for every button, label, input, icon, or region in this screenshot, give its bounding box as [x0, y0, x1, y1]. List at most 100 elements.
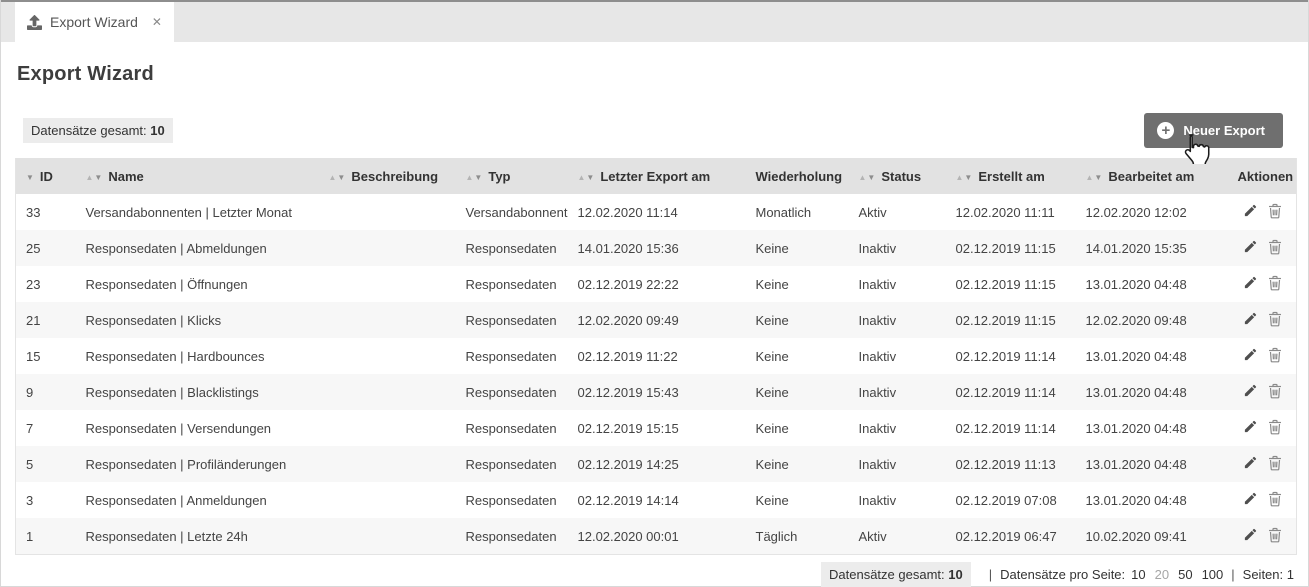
cell-aktionen: [1228, 266, 1297, 302]
per-page-label: Datensätze pro Seite:: [1000, 567, 1125, 582]
column-header-status[interactable]: ▲▼Status: [849, 158, 946, 194]
delete-icon[interactable]: [1268, 203, 1282, 222]
cell-typ: Versandabonnenten: [456, 194, 568, 230]
cell-typ: Responsedaten: [456, 230, 568, 266]
cell-bearbeitet_am: 13.01.2020 04:48: [1076, 446, 1228, 482]
table-row: 15Responsedaten | HardbouncesResponsedat…: [16, 338, 1297, 374]
cell-aktionen: [1228, 518, 1297, 555]
column-header-bearbeitet_am[interactable]: ▲▼Bearbeitet am: [1076, 158, 1228, 194]
cell-letzter_export_am: 12.02.2020 00:01: [568, 518, 746, 555]
edit-icon[interactable]: [1243, 491, 1258, 509]
cell-wiederholung: Keine: [746, 266, 849, 302]
new-export-button[interactable]: + Neuer Export: [1144, 113, 1283, 148]
per-page-option-100[interactable]: 100: [1202, 567, 1224, 582]
cell-beschreibung: [319, 302, 456, 338]
cell-wiederholung: Keine: [746, 410, 849, 446]
cell-wiederholung: Täglich: [746, 518, 849, 555]
cell-aktionen: [1228, 230, 1297, 266]
cell-erstellt_am: 02.12.2019 11:14: [946, 374, 1076, 410]
cell-letzter_export_am: 14.01.2020 15:36: [568, 230, 746, 266]
cell-erstellt_am: 02.12.2019 11:13: [946, 446, 1076, 482]
cell-aktionen: [1228, 338, 1297, 374]
table-row: 5Responsedaten | ProfiländerungenRespons…: [16, 446, 1297, 482]
edit-icon[interactable]: [1243, 275, 1258, 293]
sort-desc-icon: ▼: [26, 173, 35, 182]
cell-bearbeitet_am: 13.01.2020 04:48: [1076, 374, 1228, 410]
column-header-letzter_export_am[interactable]: ▲▼Letzter Export am: [568, 158, 746, 194]
delete-icon[interactable]: [1268, 383, 1282, 402]
delete-icon[interactable]: [1268, 239, 1282, 258]
edit-icon[interactable]: [1243, 347, 1258, 365]
edit-icon[interactable]: [1243, 455, 1258, 473]
delete-icon[interactable]: [1268, 347, 1282, 366]
edit-icon[interactable]: [1243, 311, 1258, 329]
cell-beschreibung: [319, 446, 456, 482]
cell-status: Inaktiv: [849, 446, 946, 482]
delete-icon[interactable]: [1268, 527, 1282, 546]
column-header-name[interactable]: ▲▼Name: [76, 158, 319, 194]
column-header-erstellt_am[interactable]: ▲▼Erstellt am: [946, 158, 1076, 194]
cell-id: 23: [16, 266, 76, 302]
cell-bearbeitet_am: 12.02.2020 12:02: [1076, 194, 1228, 230]
cell-typ: Responsedaten: [456, 446, 568, 482]
pagination-bar: Datensätze gesamt: 10 | Datensätze pro S…: [1, 562, 1294, 587]
delete-icon[interactable]: [1268, 311, 1282, 330]
delete-icon[interactable]: [1268, 491, 1282, 510]
cell-beschreibung: [319, 482, 456, 518]
table-header-row: ▼ID▲▼Name▲▼Beschreibung▲▼Typ▲▼Letzter Ex…: [16, 158, 1297, 194]
table-row: 3Responsedaten | AnmeldungenResponsedate…: [16, 482, 1297, 518]
cell-status: Inaktiv: [849, 482, 946, 518]
cell-bearbeitet_am: 13.01.2020 04:48: [1076, 410, 1228, 446]
column-label: Bearbeitet am: [1108, 169, 1194, 184]
edit-icon[interactable]: [1243, 419, 1258, 437]
cell-erstellt_am: 02.12.2019 11:15: [946, 266, 1076, 302]
delete-icon[interactable]: [1268, 419, 1282, 438]
cell-typ: Responsedaten: [456, 410, 568, 446]
tab-close-icon[interactable]: ✕: [152, 16, 162, 28]
cell-id: 15: [16, 338, 76, 374]
column-header-id[interactable]: ▼ID: [16, 158, 76, 194]
cell-aktionen: [1228, 194, 1297, 230]
column-label: Letzter Export am: [600, 169, 710, 184]
cell-id: 3: [16, 482, 76, 518]
sort-desc-icon: ▼: [867, 173, 876, 182]
cell-beschreibung: [319, 518, 456, 555]
sort-desc-icon: ▼: [94, 173, 103, 182]
edit-icon[interactable]: [1243, 527, 1258, 545]
cell-aktionen: [1228, 374, 1297, 410]
cell-typ: Responsedaten: [456, 518, 568, 555]
cell-status: Aktiv: [849, 194, 946, 230]
per-page-option-10[interactable]: 10: [1131, 567, 1145, 582]
column-label: Erstellt am: [978, 169, 1044, 184]
edit-icon[interactable]: [1243, 383, 1258, 401]
per-page-option-50[interactable]: 50: [1178, 567, 1192, 582]
cell-id: 5: [16, 446, 76, 482]
per-page-option-20[interactable]: 20: [1155, 567, 1169, 582]
cell-letzter_export_am: 02.12.2019 15:43: [568, 374, 746, 410]
sort-desc-icon: ▼: [586, 173, 595, 182]
cell-name: Responsedaten | Anmeldungen: [76, 482, 319, 518]
cell-status: Aktiv: [849, 518, 946, 555]
cell-wiederholung: Monatlich: [746, 194, 849, 230]
cell-beschreibung: [319, 410, 456, 446]
delete-icon[interactable]: [1268, 275, 1282, 294]
tab-export-wizard[interactable]: Export Wizard ✕: [15, 2, 174, 42]
cell-id: 33: [16, 194, 76, 230]
cell-name: Responsedaten | Hardbounces: [76, 338, 319, 374]
plus-icon: +: [1157, 122, 1174, 139]
cell-bearbeitet_am: 13.01.2020 04:48: [1076, 482, 1228, 518]
delete-icon[interactable]: [1268, 455, 1282, 474]
column-header-beschreibung[interactable]: ▲▼Beschreibung: [319, 158, 456, 194]
sort-desc-icon: ▼: [1094, 173, 1103, 182]
cell-name: Versandabonnenten | Letzter Monat: [76, 194, 319, 230]
cell-letzter_export_am: 02.12.2019 22:22: [568, 266, 746, 302]
cell-bearbeitet_am: 10.02.2020 09:41: [1076, 518, 1228, 555]
tab-label: Export Wizard: [50, 14, 138, 30]
edit-icon[interactable]: [1243, 239, 1258, 257]
separator: |: [989, 567, 992, 582]
pages-value: 1: [1287, 567, 1294, 582]
column-label: Status: [881, 169, 921, 184]
cell-typ: Responsedaten: [456, 374, 568, 410]
edit-icon[interactable]: [1243, 203, 1258, 221]
column-header-typ[interactable]: ▲▼Typ: [456, 158, 568, 194]
